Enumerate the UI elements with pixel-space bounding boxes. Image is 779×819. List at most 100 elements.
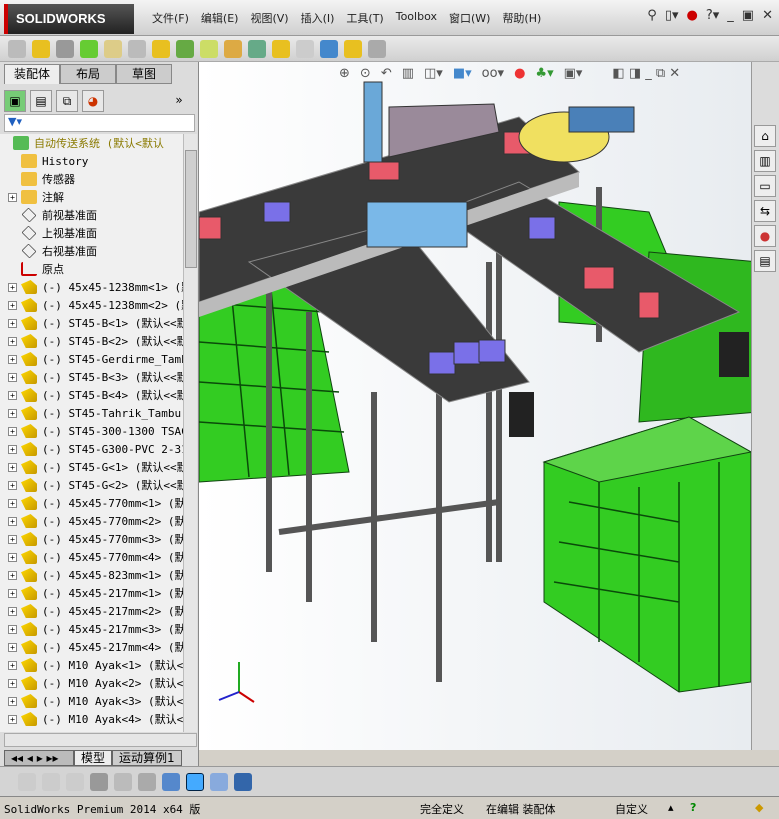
expand-toggle[interactable]: + bbox=[8, 390, 17, 400]
assembly-features-icon[interactable] bbox=[176, 39, 194, 58]
menu-view[interactable]: 视图(V) bbox=[244, 10, 294, 26]
zoom-to-fit-icon[interactable]: ⊕ bbox=[339, 66, 350, 81]
tree-item[interactable]: + (-) 45x45-217mm<4> (默认 bbox=[0, 638, 183, 656]
interference-detection-icon[interactable] bbox=[320, 39, 338, 58]
filter-icon[interactable]: ▼▾ bbox=[8, 115, 22, 128]
tree-item[interactable]: 上视基准面 bbox=[0, 224, 183, 242]
tab-motion-study[interactable]: 运动算例1 bbox=[112, 750, 182, 766]
expand-toggle[interactable]: + bbox=[8, 624, 17, 634]
solidworks-logo[interactable]: SOLIDWORKS bbox=[4, 4, 134, 34]
view-palette-icon[interactable]: ⇆ bbox=[754, 200, 776, 222]
instant3d-icon[interactable] bbox=[368, 39, 386, 58]
align-icon[interactable] bbox=[138, 772, 156, 791]
tree-item[interactable]: + (-) ST45-G<1> (默认<<默 bbox=[0, 458, 183, 476]
tree-item[interactable]: 传感器 bbox=[0, 170, 183, 188]
menu-help[interactable]: 帮助(H) bbox=[496, 10, 547, 26]
expand-toggle[interactable]: + bbox=[8, 534, 17, 544]
tree-item[interactable]: 原点 bbox=[0, 260, 183, 278]
tree-item[interactable]: + (-) 45x45-823mm<1> (默认 bbox=[0, 566, 183, 584]
new-motion-study-icon[interactable] bbox=[224, 39, 242, 58]
line-format-icon[interactable] bbox=[66, 772, 84, 791]
nav-buttons[interactable]: ◂◂ ◂ ▸ ▸▸ bbox=[4, 750, 74, 766]
zoom-area-icon[interactable]: ⊙ bbox=[360, 66, 371, 81]
tree-vertical-scrollbar[interactable] bbox=[183, 134, 197, 732]
appearances-icon[interactable]: ● bbox=[754, 225, 776, 247]
coordinate-icon[interactable] bbox=[162, 772, 180, 791]
expand-toggle[interactable]: + bbox=[8, 696, 17, 706]
tree-item[interactable]: + (-) ST45-G<2> (默认<<默 bbox=[0, 476, 183, 494]
tree-item[interactable]: 前视基准面 bbox=[0, 206, 183, 224]
tab-layout[interactable]: 布局 bbox=[60, 64, 116, 84]
tree-item[interactable]: + (-) 45x45-770mm<1> (默认 bbox=[0, 494, 183, 512]
tree-item[interactable]: + (-) 45x45-1238mm<1> (默 bbox=[0, 278, 183, 296]
tab-sketch[interactable]: 草图 bbox=[116, 64, 172, 84]
help-icon[interactable]: ?▾ bbox=[706, 8, 719, 23]
expand-toggle[interactable]: + bbox=[8, 192, 17, 202]
restore-button[interactable]: ▣ bbox=[742, 8, 754, 23]
tree-item[interactable]: + 注解 bbox=[0, 188, 183, 206]
tree-item[interactable]: 右视基准面 bbox=[0, 242, 183, 260]
sketch-icon[interactable] bbox=[18, 772, 36, 791]
move-component-icon[interactable] bbox=[128, 39, 146, 58]
bill-of-materials-icon[interactable] bbox=[248, 39, 266, 58]
tree-item[interactable]: 自动传送系统 (默认<默认 bbox=[0, 134, 183, 152]
solidworks-resources-icon[interactable]: ⌂ bbox=[754, 125, 776, 147]
expand-toggle[interactable]: + bbox=[8, 462, 17, 472]
menu-insert[interactable]: 插入(I) bbox=[295, 10, 341, 26]
tree-item[interactable]: + (-) 45x45-217mm<1> (默认 bbox=[0, 584, 183, 602]
exploded-view-icon[interactable] bbox=[272, 39, 290, 58]
feature-manager-icon[interactable]: ▣ bbox=[4, 90, 26, 112]
explode-line-icon[interactable] bbox=[296, 39, 314, 58]
tree-item[interactable]: + (-) 45x45-217mm<3> (默认 bbox=[0, 620, 183, 638]
menu-tools[interactable]: 工具(T) bbox=[340, 10, 389, 26]
tab-model[interactable]: 模型 bbox=[74, 750, 113, 766]
traffic-light-icon[interactable]: ● bbox=[687, 8, 698, 23]
tree-item[interactable]: + (-) 45x45-770mm<2> (默认 bbox=[0, 512, 183, 530]
expand-toggle[interactable]: + bbox=[8, 552, 17, 562]
layers-icon[interactable] bbox=[42, 772, 60, 791]
file-explorer-icon[interactable]: ▭ bbox=[754, 175, 776, 197]
tree-item[interactable]: + (-) M10 Ayak<4> (默认<< bbox=[0, 710, 183, 728]
split-view-icon[interactable]: ◧ ◨ _ ⧉ ✕ bbox=[612, 66, 680, 81]
tree-item[interactable]: + (-) ST45-B<1> (默认<<默 bbox=[0, 314, 183, 332]
tree-item[interactable]: + (-) M10 Ayak<1> (默认<< bbox=[0, 656, 183, 674]
menu-window[interactable]: 窗口(W) bbox=[443, 10, 496, 26]
apply-scene-icon[interactable]: ♣▾ bbox=[535, 66, 553, 81]
tree-item[interactable]: + (-) ST45-B<3> (默认<<默 bbox=[0, 368, 183, 386]
expand-toggle[interactable]: + bbox=[8, 480, 17, 490]
hide-show-icon[interactable]: oo▾ bbox=[482, 66, 504, 81]
tree-item[interactable]: + (-) ST45-300-1300 TSACI bbox=[0, 422, 183, 440]
tree-item[interactable]: + (-) ST45-B<4> (默认<<默 bbox=[0, 386, 183, 404]
smart-fasteners-icon[interactable] bbox=[104, 39, 122, 58]
section-view-icon[interactable]: ▥ bbox=[402, 66, 414, 81]
pin-icon[interactable]: ⚲ bbox=[647, 8, 657, 23]
filter-input[interactable]: ▼▾ bbox=[4, 114, 195, 132]
expand-toggle[interactable]: + bbox=[8, 660, 17, 670]
tree-item[interactable]: + (-) 45x45-770mm<3> (默认 bbox=[0, 530, 183, 548]
tab-assembly[interactable]: 装配体 bbox=[4, 64, 60, 84]
linear-pattern-icon[interactable] bbox=[80, 39, 98, 58]
expand-toggle[interactable]: + bbox=[8, 714, 17, 724]
view-orientation-icon[interactable]: ◫▾ bbox=[424, 66, 443, 81]
units-status[interactable]: 自定义 bbox=[615, 801, 648, 817]
new-document-icon[interactable]: ▯▾ bbox=[665, 8, 679, 23]
status-up-icon[interactable]: ▴ bbox=[668, 801, 674, 814]
tree-item[interactable]: + (-) ST45-Tahrik_Tamburu bbox=[0, 404, 183, 422]
tree-item[interactable]: + (-) ST45-G300-PVC 2-316 bbox=[0, 440, 183, 458]
expand-toggle[interactable]: + bbox=[8, 606, 17, 616]
save-icon[interactable] bbox=[234, 772, 252, 791]
expand-toggle[interactable]: + bbox=[8, 588, 17, 598]
tree-item[interactable]: + (-) ST45-Gerdirme_Tambu bbox=[0, 350, 183, 368]
view-settings-icon[interactable]: ▣▾ bbox=[564, 66, 583, 81]
tree-item[interactable]: + (-) ST45-B<2> (默认<<默 bbox=[0, 332, 183, 350]
menu-toolbox[interactable]: Toolbox bbox=[390, 10, 443, 26]
expand-toggle[interactable]: + bbox=[8, 678, 17, 688]
reference-geometry-icon[interactable] bbox=[200, 39, 218, 58]
tree-item[interactable]: + (-) 45x45-770mm<4> (默认 bbox=[0, 548, 183, 566]
quick-tips-icon[interactable]: ? bbox=[690, 801, 696, 814]
expand-toggle[interactable]: + bbox=[8, 282, 17, 292]
mate-icon[interactable] bbox=[56, 39, 74, 58]
line-style-icon[interactable] bbox=[114, 772, 132, 791]
expand-toggle[interactable]: + bbox=[8, 372, 17, 382]
line-thickness-icon[interactable] bbox=[90, 772, 108, 791]
